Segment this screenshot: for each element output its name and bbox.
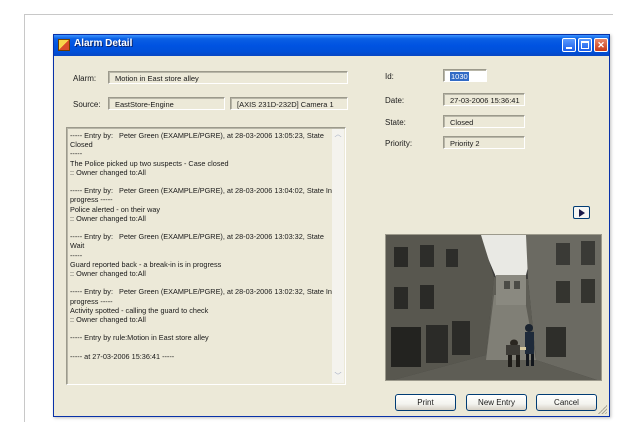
maximize-button[interactable] [578, 38, 592, 52]
alarm-detail-window: Alarm Detail ✕ Alarm: Motion in East sto… [53, 34, 610, 417]
title-bar[interactable]: Alarm Detail ✕ [54, 35, 609, 56]
state-value: Closed [450, 118, 474, 127]
maximize-icon [581, 41, 589, 49]
close-icon: ✕ [597, 40, 605, 50]
entry-log-text: ----- Entry by: Peter Green (EXAMPLE/PGR… [70, 131, 332, 361]
new-entry-button[interactable]: New Entry [466, 394, 527, 411]
date-value: 27-03-2006 15:36:41 [450, 96, 520, 105]
cancel-button[interactable]: Cancel [536, 394, 597, 411]
priority-value: Priority 2 [450, 139, 480, 148]
window-title: Alarm Detail [74, 38, 133, 49]
camera-value: [AXIS 231D-232D] Camera 1 [237, 100, 334, 109]
alarm-app-icon [58, 39, 70, 51]
priority-label: Priority: [385, 139, 413, 148]
chevron-up-icon[interactable]: ︿ [332, 129, 344, 141]
chevron-down-icon[interactable]: ﹀ [332, 371, 344, 383]
entry-log-textbox[interactable]: ----- Entry by: Peter Green (EXAMPLE/PGR… [66, 127, 346, 385]
log-scrollbar[interactable]: ︿ ﹀ [332, 129, 344, 383]
date-field[interactable]: 27-03-2006 15:36:41 [443, 93, 525, 106]
play-icon [579, 209, 585, 217]
source-value: EastStore-Engine [115, 100, 174, 109]
camera-snapshot [385, 234, 602, 381]
alarm-field[interactable]: Motion in East store alley [108, 71, 348, 84]
source-field[interactable]: EastStore-Engine [108, 97, 225, 110]
camera-field[interactable]: [AXIS 231D-232D] Camera 1 [230, 97, 348, 110]
id-field[interactable]: 1030 [443, 69, 487, 82]
state-field[interactable]: Closed [443, 115, 525, 128]
priority-field[interactable]: Priority 2 [443, 136, 525, 149]
resize-grip-icon[interactable] [597, 404, 607, 414]
state-label: State: [385, 118, 406, 127]
close-button[interactable]: ✕ [594, 38, 608, 52]
alarm-label: Alarm: [73, 74, 97, 83]
minimize-icon [566, 47, 572, 49]
print-button[interactable]: Print [395, 394, 456, 411]
play-button[interactable] [573, 206, 590, 219]
id-value: 1030 [450, 72, 469, 81]
camera-scene-image [386, 235, 601, 380]
date-label: Date: [385, 96, 405, 105]
id-label: Id: [385, 72, 394, 81]
source-label: Source: [73, 100, 101, 109]
alarm-value: Motion in East store alley [115, 74, 199, 83]
minimize-button[interactable] [562, 38, 576, 52]
